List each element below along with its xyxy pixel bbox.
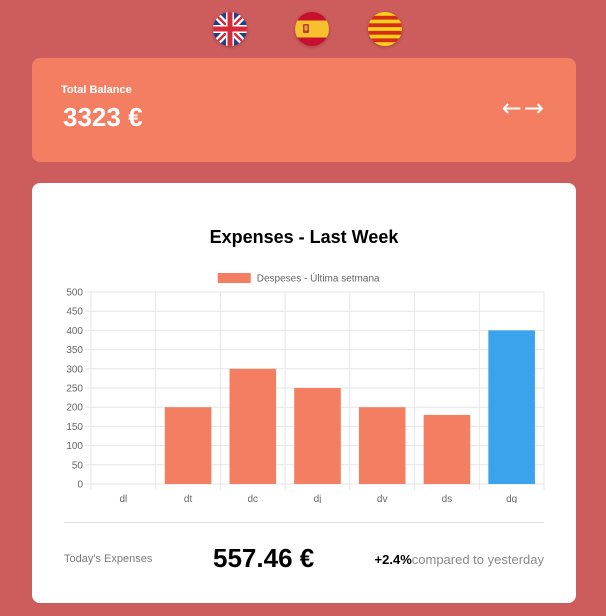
previous-arrow-icon[interactable]: ← bbox=[502, 96, 522, 120]
y-tick-label: 250 bbox=[66, 384, 83, 395]
comparison-text: +2.4%compared to yesterday bbox=[375, 552, 544, 567]
y-tick-label: 150 bbox=[66, 422, 83, 433]
legend-swatch bbox=[217, 273, 251, 283]
legend-label: Despeses - Última setmana bbox=[257, 272, 380, 285]
x-tick-label: dl bbox=[119, 494, 127, 503]
x-tick-label: dj bbox=[314, 494, 322, 503]
balance-label: Total Balance bbox=[61, 84, 132, 96]
bar-dt bbox=[164, 407, 212, 484]
x-tick-label: dc bbox=[248, 494, 259, 503]
today-expenses-label: Today's Expenses bbox=[64, 553, 153, 565]
balance-value: 3323 € bbox=[63, 102, 143, 132]
y-tick-label: 100 bbox=[66, 441, 83, 452]
y-tick-label: 300 bbox=[66, 364, 83, 375]
bar-dc bbox=[229, 368, 277, 484]
spain-flag-icon[interactable] bbox=[295, 12, 329, 46]
bar-dg bbox=[488, 330, 535, 484]
bar-ds bbox=[423, 414, 471, 484]
catalonia-flag-icon[interactable] bbox=[368, 12, 402, 46]
today-expenses-value: 557.46 € bbox=[213, 543, 315, 573]
change-description: compared to yesterday bbox=[411, 552, 544, 567]
y-tick-label: 450 bbox=[66, 307, 83, 318]
y-tick-label: 500 bbox=[66, 288, 83, 299]
balance-card: Total Balance 3323 € ← → bbox=[32, 58, 576, 162]
balance-navigation: ← → bbox=[502, 96, 544, 120]
y-tick-label: 200 bbox=[66, 403, 83, 414]
y-tick-label: 0 bbox=[77, 480, 83, 491]
divider bbox=[64, 522, 544, 523]
expenses-card: Expenses - Last Week 0 50 100 150 200 250 300 3… bbox=[32, 183, 576, 603]
uk-flag-icon[interactable] bbox=[213, 12, 247, 46]
y-tick-label: 50 bbox=[72, 460, 84, 471]
expenses-bar-chart: 0 50 100 150 200 250 300 350 400 450 500 dl dt dc dj dv… bbox=[66, 272, 545, 503]
x-tick-label: dt bbox=[184, 494, 193, 503]
bar-dj bbox=[294, 388, 341, 484]
bar-dv bbox=[358, 407, 406, 484]
x-tick-label: dv bbox=[377, 494, 388, 503]
change-percent: +2.4% bbox=[374, 552, 412, 567]
next-arrow-icon[interactable]: → bbox=[524, 96, 544, 120]
y-tick-label: 400 bbox=[66, 326, 83, 337]
x-tick-label: ds bbox=[442, 494, 453, 503]
language-selector bbox=[0, 12, 606, 46]
x-tick-label: dg bbox=[506, 494, 517, 503]
y-tick-label: 350 bbox=[66, 345, 83, 356]
